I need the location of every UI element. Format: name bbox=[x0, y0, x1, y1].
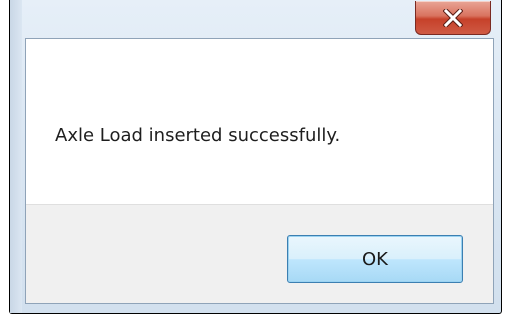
dialog-body: Axle Load inserted successfully. OK bbox=[25, 38, 494, 304]
message-text: Axle Load inserted successfully. bbox=[55, 125, 341, 146]
close-button[interactable] bbox=[415, 1, 491, 35]
title-bar[interactable] bbox=[10, 0, 501, 38]
message-dialog: Axle Load inserted successfully. OK bbox=[9, 0, 502, 314]
close-icon bbox=[443, 8, 463, 27]
ok-button[interactable]: OK bbox=[287, 235, 463, 283]
button-area: OK bbox=[26, 204, 493, 303]
message-area: Axle Load inserted successfully. bbox=[26, 39, 493, 204]
